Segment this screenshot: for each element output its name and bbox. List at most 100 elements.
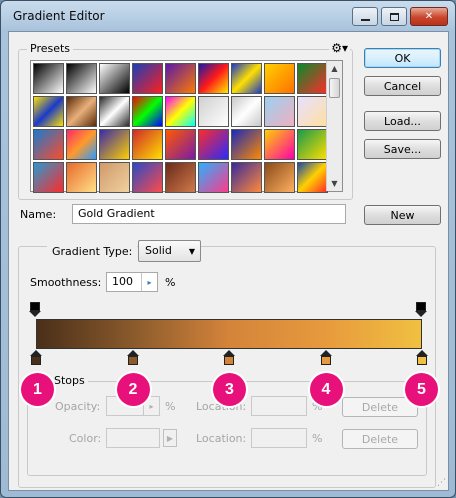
scroll-thumb[interactable]: [329, 78, 340, 98]
name-label: Name:: [20, 208, 57, 221]
opacity-label: Opacity:: [55, 400, 101, 413]
preset-swatch[interactable]: [165, 162, 196, 193]
name-input[interactable]: Gold Gradient: [72, 204, 346, 224]
preset-swatch[interactable]: [165, 96, 196, 127]
preset-swatch[interactable]: [33, 63, 64, 94]
preset-swatch[interactable]: [198, 63, 229, 94]
preset-swatch[interactable]: [132, 63, 163, 94]
color-stop[interactable]: [30, 350, 42, 365]
location-input-color[interactable]: [251, 428, 307, 448]
opacity-stop-swatch: [416, 302, 426, 311]
stop-number-badge: 2: [116, 373, 150, 406]
preset-swatch[interactable]: [198, 162, 229, 193]
stop-pointer-icon: [29, 311, 41, 317]
preset-swatch[interactable]: [297, 96, 328, 127]
save-button[interactable]: Save...: [364, 139, 441, 159]
color-stop[interactable]: [223, 350, 235, 365]
preset-swatch[interactable]: [264, 129, 295, 160]
gradient-type-select[interactable]: Solid ▼: [138, 240, 201, 262]
preset-swatch[interactable]: [132, 162, 163, 193]
dialog-body: Presets ⚙▾ ▲ ▼ OK Cancel Load... Save...…: [8, 31, 449, 491]
opacity-stop-right[interactable]: [415, 302, 427, 317]
preset-swatch[interactable]: [264, 162, 295, 193]
preset-swatch[interactable]: [33, 162, 64, 193]
close-icon: ✕: [424, 11, 434, 22]
location-unit-color: %: [312, 432, 323, 445]
gradient-preview-bar[interactable]: [36, 319, 422, 349]
stop-number-badge: 1: [21, 373, 54, 406]
color-stop-swatch: [127, 356, 138, 365]
preset-swatch[interactable]: [66, 162, 97, 193]
gradient-editor-window: Gradient Editor ✕ Presets ⚙▾ ▲ ▼ OK Canc…: [0, 0, 456, 498]
new-button[interactable]: New: [364, 205, 441, 225]
gradient-type-value: Solid: [145, 244, 172, 257]
color-stop-swatch: [417, 356, 427, 365]
window-title: Gradient Editor: [13, 9, 105, 23]
color-label: Color:: [69, 432, 102, 445]
preset-swatch[interactable]: [231, 63, 262, 94]
preset-swatch[interactable]: [165, 129, 196, 160]
color-stop-swatch: [31, 356, 41, 365]
preset-swatch[interactable]: [66, 96, 97, 127]
smoothness-input[interactable]: 100 ▸: [106, 272, 158, 292]
location-label-color: Location:: [196, 432, 247, 445]
preset-swatch[interactable]: [99, 129, 130, 160]
preset-swatch[interactable]: [99, 162, 130, 193]
preset-swatch[interactable]: [198, 129, 229, 160]
stop-pointer-icon: [415, 311, 427, 317]
preset-swatch[interactable]: [165, 63, 196, 94]
color-stop[interactable]: [126, 350, 139, 365]
location-input-opacity[interactable]: [251, 396, 307, 416]
preset-swatch[interactable]: [99, 96, 130, 127]
preset-swatch[interactable]: [33, 129, 64, 160]
presets-grid[interactable]: ▲ ▼: [30, 60, 343, 193]
color-stop[interactable]: [319, 350, 332, 365]
delete-opacity-stop-button[interactable]: Delete: [342, 397, 418, 417]
title-bar[interactable]: Gradient Editor ✕: [1, 1, 455, 31]
maximize-icon: [389, 12, 399, 21]
ok-button[interactable]: OK: [364, 48, 441, 68]
preset-swatch[interactable]: [33, 96, 64, 127]
color-picker-arrow-icon[interactable]: ▶: [163, 429, 177, 447]
preset-swatch[interactable]: [66, 129, 97, 160]
preset-swatch[interactable]: [99, 63, 130, 94]
opacity-stop-left[interactable]: [29, 302, 41, 317]
preset-swatch[interactable]: [231, 129, 262, 160]
preset-swatch[interactable]: [231, 162, 262, 193]
preset-swatch[interactable]: [264, 96, 295, 127]
smoothness-arrow-icon[interactable]: ▸: [141, 273, 157, 291]
stops-label: Stops: [51, 374, 88, 387]
minimize-button[interactable]: [352, 7, 378, 26]
presets-label: Presets: [27, 42, 74, 55]
color-stop-swatch: [224, 356, 234, 365]
smoothness-value: 100: [112, 275, 133, 288]
preset-swatch[interactable]: [198, 96, 229, 127]
preset-swatch[interactable]: [297, 162, 328, 193]
stop-number-badge: 4: [309, 373, 343, 406]
color-swatch-field[interactable]: [106, 428, 160, 448]
preset-swatch[interactable]: [132, 96, 163, 127]
scroll-up-icon[interactable]: ▲: [327, 61, 342, 76]
cancel-button[interactable]: Cancel: [364, 76, 441, 96]
gear-icon[interactable]: ⚙▾: [329, 41, 350, 55]
close-button[interactable]: ✕: [410, 7, 448, 26]
resize-grip-icon[interactable]: ⋰: [437, 478, 446, 488]
scroll-down-icon[interactable]: ▼: [327, 176, 342, 191]
preset-swatch[interactable]: [132, 129, 163, 160]
preset-swatch[interactable]: [264, 63, 295, 94]
preset-swatch[interactable]: [297, 129, 328, 160]
stop-number-badge: 3: [213, 373, 246, 406]
opacity-unit: %: [165, 400, 176, 413]
minimize-icon: [360, 18, 370, 21]
preset-swatch[interactable]: [66, 63, 97, 94]
load-button[interactable]: Load...: [364, 111, 441, 131]
opacity-stop-swatch: [30, 302, 40, 311]
preset-swatch[interactable]: [231, 96, 262, 127]
dropdown-arrow-icon: ▼: [188, 247, 195, 256]
presets-scrollbar[interactable]: ▲ ▼: [326, 61, 342, 191]
maximize-button[interactable]: [381, 7, 407, 26]
delete-color-stop-button[interactable]: Delete: [342, 429, 418, 449]
color-stop[interactable]: [416, 350, 428, 365]
stop-number-badge: 5: [405, 373, 438, 406]
preset-swatch[interactable]: [297, 63, 328, 94]
